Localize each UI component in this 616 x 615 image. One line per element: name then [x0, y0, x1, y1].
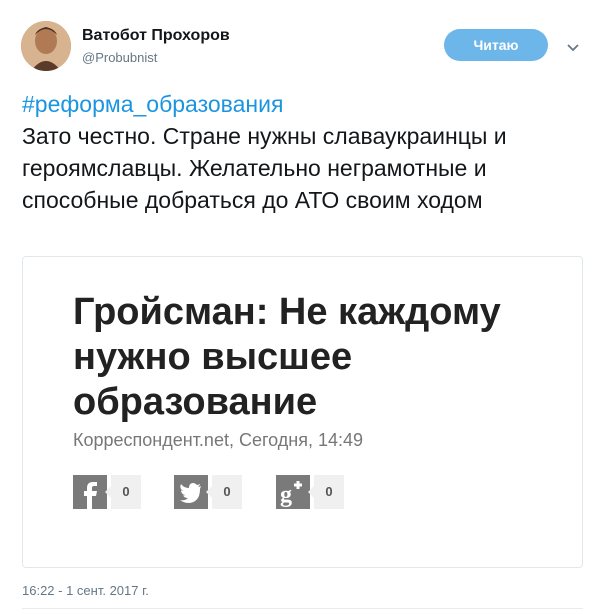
author-display-name[interactable]: Ватобот Прохоров [82, 27, 230, 45]
facebook-share-count: 0 [105, 475, 141, 509]
tweet-timestamp[interactable]: 16:22 - 1 сент. 2017 г. [22, 583, 149, 598]
divider [22, 608, 583, 609]
google-plus-share-count: 0 [308, 475, 344, 509]
twitter-icon[interactable] [174, 475, 208, 509]
google-plus-icon[interactable]: g [276, 475, 310, 509]
card-source-meta: Корреспондент.net, Сегодня, 14:49 [73, 430, 363, 450]
author-handle[interactable]: @Probubnist [82, 50, 157, 65]
facebook-icon[interactable] [73, 475, 107, 509]
tweet-text: Зато честно. Стране нужны славаукраинцы … [22, 123, 507, 213]
twitter-share-count: 0 [206, 475, 242, 509]
chevron-down-icon[interactable] [566, 40, 580, 52]
avatar[interactable] [21, 21, 71, 71]
hashtag-link[interactable]: #реформа_образования [22, 91, 283, 118]
follow-button[interactable]: Читаю [444, 29, 548, 61]
card-headline[interactable]: Гройсман: Не каждому нужно высшее образо… [73, 290, 573, 425]
svg-text:g: g [280, 482, 292, 508]
